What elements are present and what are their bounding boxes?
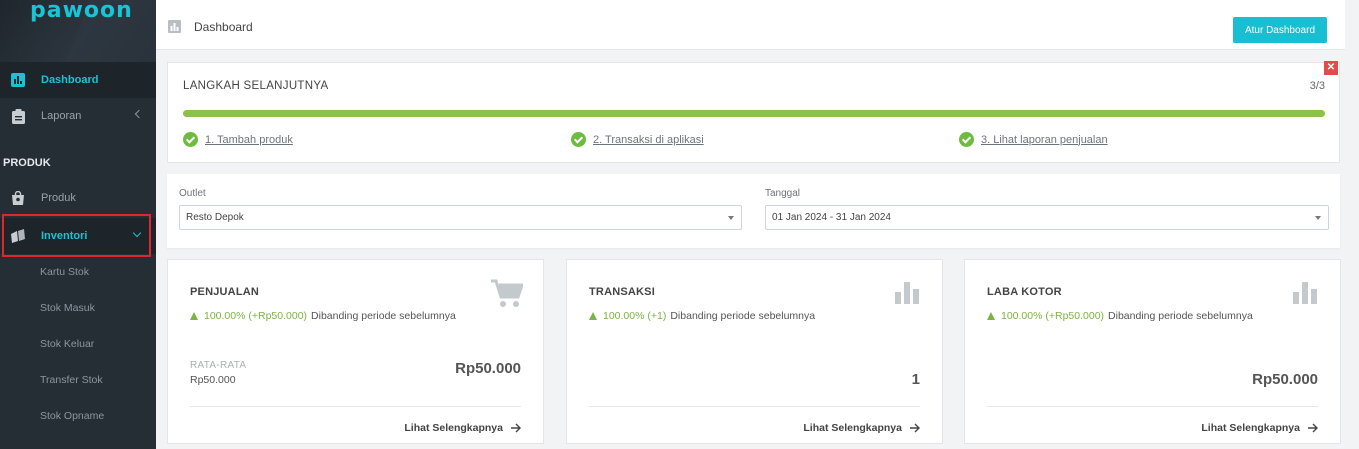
steps-count: 3/3 [1309,80,1325,92]
average-label: RATA-RATA [190,360,247,371]
atur-dashboard-button[interactable]: Atur Dashboard [1233,17,1327,43]
brand-area: pawoon [0,0,156,70]
sidebar-item-produk[interactable]: Produk [0,180,156,216]
arrow-up-icon [589,312,597,320]
stat-card-transaksi: TRANSAKSI 100.00% (+1) Dibanding periode … [566,259,943,444]
stat-card-penjualan: PENJUALAN 100.00% (+Rp50.000) Dibanding p… [167,259,544,444]
sidebar-subitem-kartu-stok[interactable]: Kartu Stok [40,266,89,278]
date-range-select[interactable]: 01 Jan 2024 - 31 Jan 2024 [765,205,1329,230]
sidebar-subitem-transfer-stok[interactable]: Transfer Stok [40,374,103,386]
average-value: Rp50.000 [190,374,236,386]
bar-chart-icon [10,72,26,88]
step-link-transaksi[interactable]: 2. Transaksi di aplikasi [571,132,704,147]
step-link-laporan[interactable]: 3. Lihat laporan penjualan [959,132,1108,147]
sidebar-item-label: Dashboard [41,74,99,86]
check-circle-icon [571,132,586,147]
steps-progress-fill [183,110,1325,117]
stat-value: 1 [911,371,920,388]
cart-icon [491,279,523,307]
sidebar-subitem-stok-opname[interactable]: Stok Opname [40,410,104,422]
page-title: Dashboard [194,20,253,34]
see-more-link[interactable]: Lihat Selengkapnya [404,422,521,434]
steps-heading: LANGKAH SELANJUTNYA [183,80,329,92]
sidebar-item-laporan[interactable]: Laporan [0,98,156,134]
sidebar-item-dashboard[interactable]: Dashboard [0,62,156,98]
arrow-up-icon [987,312,995,320]
stat-title: LABA KOTOR [987,286,1062,298]
section-heading-produk: PRODUK [3,157,51,169]
caret-down-icon [1315,216,1321,220]
check-circle-icon [959,132,974,147]
stat-card-laba-kotor: LABA KOTOR 100.00% (+Rp50.000) Dibanding … [964,259,1341,444]
stat-comparison: 100.00% (+Rp50.000) Dibanding periode seb… [190,310,456,322]
arrow-up-icon [190,312,198,320]
shopping-bag-icon [10,190,26,206]
stat-title: TRANSAKSI [589,286,655,298]
sidebar-subitem-stok-masuk[interactable]: Stok Masuk [40,302,95,314]
logo: pawoon [30,0,133,23]
sidebar-item-label: Laporan [41,110,82,122]
highlight-box [2,214,151,257]
clipboard-icon [10,108,26,124]
chevron-left-icon [134,109,144,119]
bar-chart-icon [895,282,919,304]
arrow-right-icon [910,423,920,433]
next-steps-card: LANGKAH SELANJUTNYA 3/3 1. Tambah produk… [167,62,1340,163]
sidebar: pawoon Dashboard Laporan PRODUK Produk I… [0,0,156,449]
stat-comparison: 100.00% (+Rp50.000) Dibanding periode seb… [987,310,1253,322]
check-circle-icon [183,132,198,147]
close-icon[interactable]: ✕ [1324,61,1338,75]
stat-value: Rp50.000 [1252,371,1318,388]
stat-comparison: 100.00% (+1) Dibanding periode sebelumnya [589,310,815,322]
step-link-tambah-produk[interactable]: 1. Tambah produk [183,132,293,147]
see-more-link[interactable]: Lihat Selengkapnya [1201,422,1318,434]
sidebar-item-label: Produk [41,192,76,204]
date-label: Tanggal [765,188,801,199]
stat-title: PENJUALAN [190,286,260,298]
see-more-link[interactable]: Lihat Selengkapnya [803,422,920,434]
stat-value: Rp50.000 [455,360,521,377]
steps-progress-bar [183,110,1325,117]
arrow-right-icon [1308,423,1318,433]
outlet-label: Outlet [179,188,206,199]
topbar: Dashboard Atur Dashboard [156,0,1345,50]
outlet-select[interactable]: Resto Depok [179,205,742,230]
arrow-right-icon [511,423,521,433]
caret-down-icon [728,216,734,220]
bar-chart-icon [1293,282,1317,304]
filters-panel: Outlet Resto Depok Tanggal 01 Jan 2024 -… [167,174,1340,248]
bar-chart-icon [168,20,181,33]
sidebar-subitem-stok-keluar[interactable]: Stok Keluar [40,338,94,350]
